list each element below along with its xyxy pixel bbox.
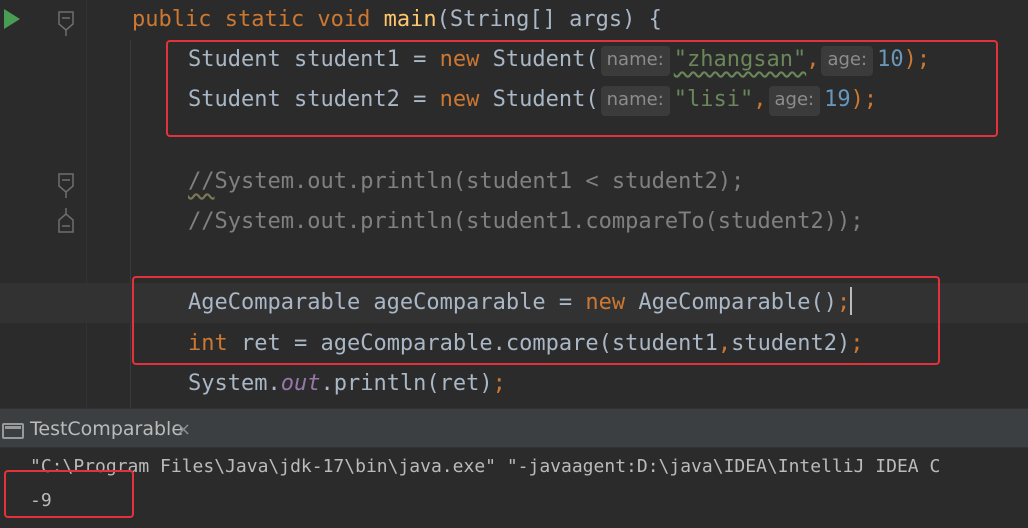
- keyword: new: [439, 87, 480, 112]
- keyword: new: [585, 290, 626, 315]
- comment-text: System.out.println(student1 < student2);: [214, 169, 745, 194]
- statement-end: ;: [837, 290, 851, 315]
- tab-run-config[interactable]: TestComparable: [30, 418, 183, 440]
- run-tool-window-header: TestComparable ×: [0, 408, 1028, 448]
- code-line-ret[interactable]: int ret = ageComparable.compare(student1…: [0, 324, 1028, 364]
- code-text: student2): [731, 331, 851, 356]
- code-editor[interactable]: public static void main(String[] args) {…: [0, 0, 1028, 408]
- statement-end: ;: [850, 331, 864, 356]
- keyword: int: [188, 331, 228, 356]
- code-text: Student student2 =: [188, 87, 440, 112]
- statement-end: );: [903, 47, 931, 72]
- text-caret: [850, 287, 853, 315]
- code-line-student1[interactable]: Student student1 = new Student(name: "zha…: [0, 40, 1028, 80]
- console-output[interactable]: "C:\Program Files\Java\jdk-17\bin\java.e…: [0, 448, 1028, 528]
- code-text: AgeComparable(): [625, 290, 838, 315]
- number-literal: 10: [877, 47, 904, 72]
- keyword: public static void: [132, 7, 384, 32]
- code-line-comment-2[interactable]: //System.out.println(student1.compareTo(…: [0, 202, 1028, 242]
- string-literal: "lisi": [673, 87, 754, 112]
- code-text: System.: [188, 371, 281, 396]
- comma: ,: [717, 331, 732, 356]
- static-field: out: [280, 371, 321, 396]
- parameter-hint-name: name:: [600, 46, 670, 76]
- code-text: (String[] args) {: [436, 7, 662, 32]
- parameter-hint-age: age:: [821, 46, 874, 76]
- console-output-value: -9: [30, 490, 52, 511]
- parameter-hint-age: age:: [768, 86, 821, 116]
- comma: ,: [806, 47, 820, 72]
- console-icon: [2, 423, 24, 439]
- code-line-main[interactable]: public static void main(String[] args) {: [0, 0, 1028, 40]
- parameter-hint-name: name:: [600, 86, 670, 116]
- code-text: Student(: [479, 87, 599, 112]
- statement-end: ;: [492, 371, 506, 396]
- code-line-comment-1[interactable]: //System.out.println(student1 < student2…: [0, 162, 1028, 202]
- number-literal: 19: [824, 87, 851, 112]
- string-literal: "zhangsan": [673, 47, 807, 72]
- code-line-print[interactable]: System.out.println(ret);: [0, 364, 1028, 404]
- method-name: main: [383, 7, 437, 32]
- close-icon[interactable]: ×: [176, 419, 191, 440]
- code-line-comparator[interactable]: AgeComparable ageComparable = new AgeCom…: [0, 283, 1028, 323]
- code-text: .println(ret): [320, 371, 493, 396]
- code-text: ret = ageComparable.compare(student1: [227, 331, 718, 356]
- comment-slashes: //: [188, 169, 215, 194]
- code-text: AgeComparable ageComparable =: [188, 290, 586, 315]
- comma: ,: [753, 87, 767, 112]
- code-line-student2[interactable]: Student student2 = new Student(name: "lis…: [0, 80, 1028, 120]
- comment-text: //System.out.println(student1.compareTo(…: [188, 209, 864, 234]
- statement-end: );: [850, 87, 878, 112]
- keyword: new: [439, 47, 480, 72]
- console-command-line: "C:\Program Files\Java\jdk-17\bin\java.e…: [30, 456, 941, 477]
- code-text: Student student1 =: [188, 47, 440, 72]
- code-text: Student(: [479, 47, 599, 72]
